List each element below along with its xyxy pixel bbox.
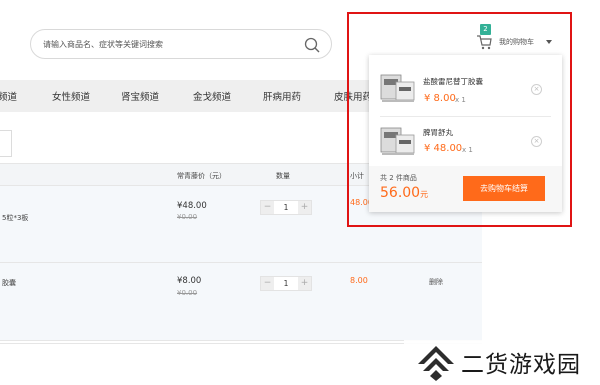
nav-item-channel[interactable]: 频道 xyxy=(0,89,17,103)
quantity-value[interactable]: 1 xyxy=(274,277,298,290)
quantity-stepper: − 1 + xyxy=(260,276,312,291)
nav-item-jinge[interactable]: 金戈频道 xyxy=(193,89,231,103)
decrease-button[interactable]: − xyxy=(261,201,274,214)
decrease-button[interactable]: − xyxy=(261,277,274,290)
price: ¥8.00 xyxy=(177,276,202,286)
watermark-text: 二货游戏园 xyxy=(461,352,581,378)
nav-item-kidney[interactable]: 肾宝频道 xyxy=(121,89,159,103)
original-price: ¥0.00 xyxy=(177,289,198,297)
cart-page: 2 我的购物车 频道 女性频道 肾宝频道 金戈频道 肝病用药 皮肤用药 常青藤价… xyxy=(0,0,600,385)
subtotal: 8.00 xyxy=(350,276,368,285)
search-input[interactable] xyxy=(43,38,293,51)
search-box[interactable] xyxy=(30,29,332,59)
quantity-stepper: − 1 + xyxy=(260,200,312,215)
price: ¥48.00 xyxy=(177,201,207,211)
table-row: 胶囊 ¥8.00 ¥0.00 − 1 + 8.00 删除 xyxy=(0,263,482,341)
nav-item-women[interactable]: 女性频道 xyxy=(52,89,90,103)
highlight-box xyxy=(347,12,572,227)
product-name[interactable]: 胶囊 xyxy=(2,278,16,288)
product-name[interactable]: 5粒*3板 xyxy=(2,213,28,223)
original-price: ¥0.00 xyxy=(177,213,198,221)
header-qty: 数量 xyxy=(276,172,290,180)
increase-button[interactable]: + xyxy=(298,277,311,290)
nav-item-liver[interactable]: 肝病用药 xyxy=(263,89,301,103)
header-price: 常青藤价（元） xyxy=(177,172,226,180)
increase-button[interactable]: + xyxy=(298,201,311,214)
delete-link[interactable]: 删除 xyxy=(429,277,443,287)
search-icon[interactable] xyxy=(303,36,321,54)
watermark-logo-icon xyxy=(418,346,454,381)
tab-selected[interactable] xyxy=(0,130,12,157)
quantity-value[interactable]: 1 xyxy=(274,201,298,214)
watermark: 二货游戏园 xyxy=(404,340,600,385)
